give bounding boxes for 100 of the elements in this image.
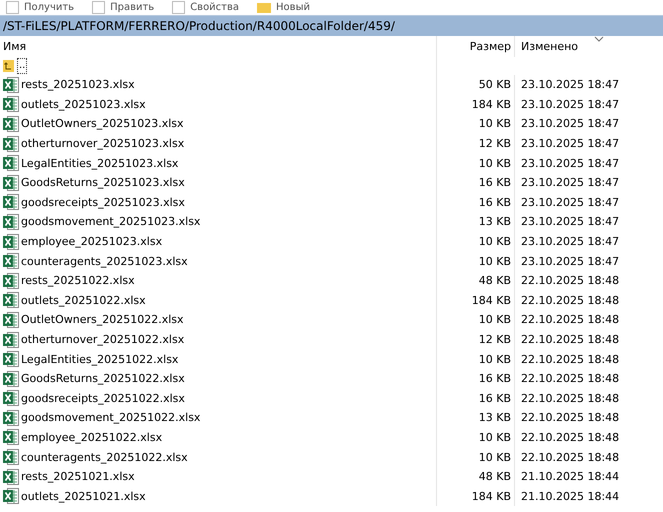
modified-date: 22.10.2025 18:48	[520, 352, 620, 368]
file-size: 13 KB	[437, 212, 515, 232]
spreadsheet-icon	[3, 174, 19, 191]
spreadsheet-icon	[3, 253, 19, 270]
folder-icon	[257, 2, 272, 12]
modified-date: 22.10.2025 18:48	[520, 273, 620, 290]
modified-date: 22.10.2025 18:48	[520, 371, 620, 388]
file-size: 12 KB	[437, 330, 515, 350]
file-size: 184 KB	[437, 486, 515, 506]
file-size: 184 KB	[437, 94, 515, 114]
spreadsheet-icon	[3, 488, 19, 504]
file-size: 10 KB	[437, 310, 515, 330]
file-size: 184 KB	[437, 290, 515, 310]
file-name[interactable]: employee_20251022.xlsx	[21, 430, 162, 444]
toolbar-button[interactable]: Свойства	[172, 0, 240, 14]
toolbar-icon	[92, 1, 106, 14]
column-header[interactable]: Размер	[437, 36, 515, 57]
file-name[interactable]: goodsreceipts_20251023.xlsx	[21, 196, 185, 209]
spreadsheet-icon	[3, 116, 19, 132]
modified-date: 23.10.2025 18:47	[520, 234, 620, 250]
file-name[interactable]: outlets_20251023.xlsx	[21, 98, 146, 111]
spreadsheet-icon	[3, 410, 19, 426]
file-size: 10 KB	[437, 232, 515, 252]
file-size: 13 KB	[437, 408, 515, 428]
file-size: 12 KB	[437, 134, 515, 154]
file-size: 16 KB	[437, 388, 515, 408]
file-name[interactable]: outlets_20251022.xlsx	[21, 294, 146, 307]
modified-date: 21.10.2025 18:44	[520, 488, 620, 505]
file-name[interactable]: rests_20251022.xlsx	[21, 274, 135, 288]
modified-date: 22.10.2025 18:48	[520, 332, 620, 348]
toolbar-icon	[172, 1, 186, 14]
toolbar-button[interactable]: Править	[92, 0, 154, 14]
toolbar-button[interactable]: Новый	[257, 0, 310, 14]
spreadsheet-icon	[3, 351, 19, 368]
file-name[interactable]: goodsmovement_20251023.xlsx	[21, 215, 200, 228]
modified-date: 22.10.2025 18:48	[520, 450, 620, 466]
file-name[interactable]: employee_20251023.xlsx	[21, 235, 162, 248]
column-header[interactable]: Изменено	[515, 36, 578, 57]
spreadsheet-icon	[3, 312, 19, 328]
file-name[interactable]: GoodsReturns_20251023.xlsx	[21, 176, 185, 190]
spreadsheet-icon	[3, 214, 19, 230]
modified-date: 23.10.2025 18:47	[520, 194, 620, 211]
file-size: 10 KB	[437, 428, 515, 448]
file-size: 10 KB	[437, 114, 515, 134]
spreadsheet-icon	[3, 390, 19, 406]
file-name[interactable]: OutletOwners_20251022.xlsx	[21, 313, 184, 326]
modified-date: 23.10.2025 18:47	[520, 175, 620, 192]
spreadsheet-icon	[3, 370, 19, 387]
modified-date: 23.10.2025 18:47	[520, 96, 620, 113]
spreadsheet-icon	[3, 332, 19, 348]
file-name[interactable]: counteragents_20251022.xlsx	[21, 450, 188, 464]
file-name[interactable]: rests_20251021.xlsx	[21, 470, 135, 484]
file-name[interactable]: outlets_20251021.xlsx	[21, 490, 146, 503]
file-size: 48 KB	[437, 466, 515, 486]
modified-date: 23.10.2025 18:47	[520, 254, 620, 270]
spreadsheet-icon	[3, 136, 19, 152]
parent-folder-label[interactable]: ..	[17, 58, 28, 74]
spreadsheet-icon	[3, 272, 19, 289]
file-name[interactable]: goodsreceipts_20251022.xlsx	[21, 392, 185, 405]
spreadsheet-icon	[3, 468, 19, 485]
spreadsheet-icon	[3, 76, 19, 93]
spreadsheet-icon	[3, 155, 19, 172]
toolbar-button[interactable]: Получить	[6, 0, 74, 14]
file-name[interactable]: otherturnover_20251022.xlsx	[21, 333, 184, 346]
spreadsheet-icon	[3, 234, 19, 250]
modified-date: 22.10.2025 18:48	[520, 292, 620, 309]
spreadsheet-icon	[3, 449, 19, 466]
file-size: 48 KB	[437, 270, 515, 291]
file-name[interactable]: counteragents_20251023.xlsx	[21, 254, 188, 268]
file-name[interactable]: rests_20251023.xlsx	[21, 78, 135, 92]
file-size: 16 KB	[437, 172, 515, 193]
modified-date: 22.10.2025 18:48	[520, 312, 620, 328]
file-name[interactable]: GoodsReturns_20251022.xlsx	[21, 372, 185, 386]
modified-date: 22.10.2025 18:48	[520, 430, 620, 446]
modified-date: 22.10.2025 18:48	[520, 410, 620, 426]
modified-date: 23.10.2025 18:47	[520, 116, 620, 132]
spreadsheet-icon	[3, 292, 19, 308]
file-size: 16 KB	[437, 368, 515, 388]
modified-date: 21.10.2025 18:44	[520, 469, 620, 486]
file-name[interactable]: OutletOwners_20251023.xlsx	[21, 117, 184, 130]
file-name[interactable]: goodsmovement_20251022.xlsx	[21, 411, 200, 424]
file-size: 10 KB	[437, 251, 515, 271]
modified-date: 22.10.2025 18:48	[520, 390, 620, 407]
file-size: 50 KB	[437, 75, 515, 95]
file-size: 10 KB	[437, 447, 515, 467]
file-name[interactable]: otherturnover_20251023.xlsx	[21, 137, 184, 150]
file-name[interactable]: LegalEntities_20251022.xlsx	[21, 352, 178, 366]
spreadsheet-icon	[3, 194, 19, 210]
modified-date: 23.10.2025 18:47	[520, 214, 620, 230]
file-name[interactable]: LegalEntities_20251023.xlsx	[21, 156, 178, 170]
modified-date: 23.10.2025 18:47	[520, 156, 620, 172]
up-folder-icon	[3, 59, 15, 73]
sort-caret-icon	[594, 36, 604, 42]
spreadsheet-icon	[3, 96, 19, 112]
path-bar[interactable]: /ST-FiLES/PLATFORM/FERRERO/Production/R4000LocalFolder/459/	[0, 15, 663, 36]
modified-date: 23.10.2025 18:47	[520, 136, 620, 152]
toolbar-icon	[6, 1, 19, 14]
file-size: 10 KB	[437, 153, 515, 173]
modified-date: 23.10.2025 18:47	[520, 77, 620, 94]
column-header[interactable]: Имя	[0, 36, 437, 57]
